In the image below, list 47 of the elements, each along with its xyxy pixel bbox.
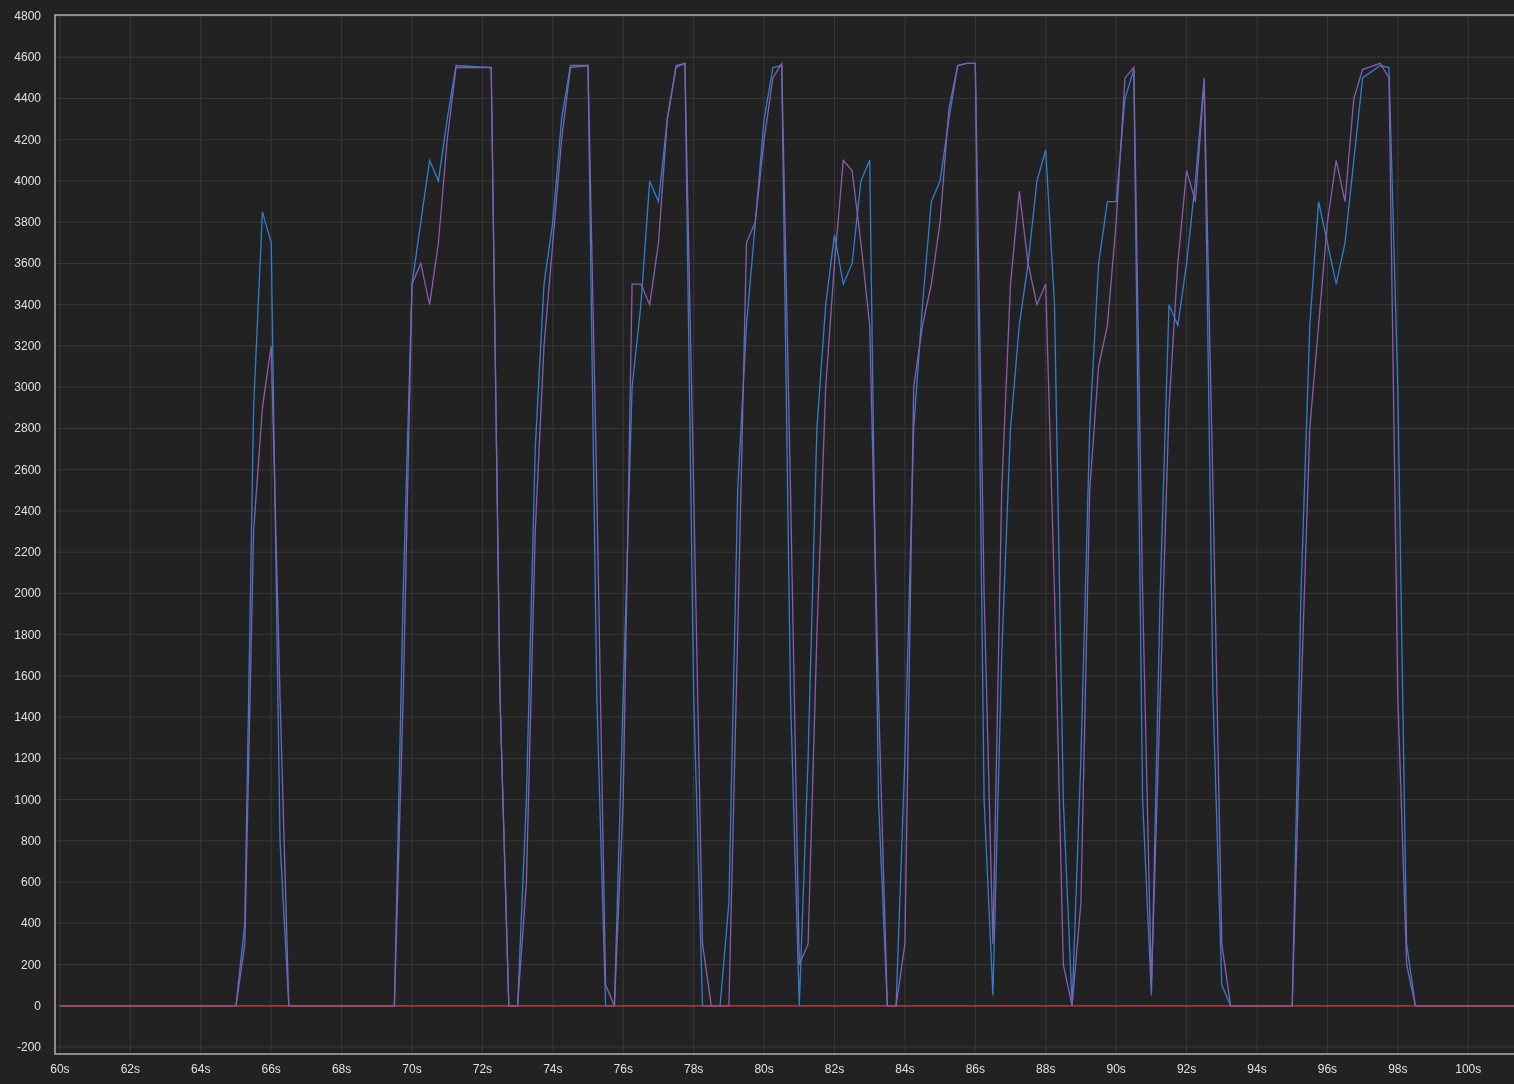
axis-tick-label: 72s [472, 1062, 493, 1076]
axis-tick-label: 600 [20, 875, 41, 890]
axis-tick-label: 2800 [14, 421, 41, 436]
axis-tick-label: 4800 [14, 9, 41, 23]
axis-tick-label: 82s [824, 1062, 845, 1076]
axis-tick-label: 80s [754, 1062, 774, 1076]
axis-tick-label: -200 [16, 1040, 41, 1054]
axis-tick-label: 2000 [14, 586, 41, 601]
axis-tick-label: 1000 [14, 792, 41, 807]
axis-tick-label: 0 [34, 998, 41, 1013]
axis-tick-label: 90s [1106, 1062, 1126, 1076]
axis-tick-label: 800 [20, 833, 41, 848]
axis-tick-label: 76s [613, 1062, 633, 1076]
axis-tick-label: 98s [1388, 1062, 1408, 1076]
axis-tick-label: 2600 [14, 462, 41, 477]
axis-tick-label: 3400 [14, 297, 41, 312]
axis-tick-label: 94s [1247, 1062, 1267, 1076]
axis-tick-label: 88s [1036, 1062, 1056, 1076]
axis-tick-label: 3600 [14, 256, 41, 271]
axis-tick-label: 2400 [14, 503, 41, 518]
axis-tick-label: 4000 [14, 173, 41, 188]
axis-tick-label: 66s [261, 1062, 281, 1076]
axis-tick-label: 78s [684, 1062, 704, 1076]
axis-tick-label: 92s [1176, 1062, 1197, 1076]
axis-tick-label: 62s [120, 1062, 140, 1076]
axis-tick-label: 1600 [14, 668, 41, 683]
axis-tick-label: 4600 [14, 50, 41, 65]
axis-tick-label: 3000 [14, 380, 41, 395]
axis-tick-label: 1200 [14, 751, 41, 766]
axis-tick-label: 1400 [14, 710, 41, 725]
axis-tick-label: 70s [402, 1062, 422, 1076]
axis-tick-label: 96s [1317, 1062, 1338, 1076]
axis-tick-label: 100s [1455, 1062, 1482, 1076]
axis-tick-label: 64s [191, 1062, 211, 1076]
axis-tick-label: 68s [331, 1062, 352, 1076]
axis-tick-label: 2200 [14, 545, 41, 560]
axis-tick-label: 74s [543, 1062, 563, 1076]
axis-tick-label: 1800 [14, 627, 41, 642]
axis-tick-label: 3200 [14, 338, 41, 353]
axis-tick-label: 4200 [14, 132, 41, 147]
axis-tick-label: 60s [50, 1062, 70, 1076]
axis-tick-label: 84s [895, 1062, 915, 1076]
axis-tick-label: 200 [20, 957, 41, 972]
axis-tick-label: 86s [965, 1062, 985, 1076]
axis-tick-label: 400 [20, 916, 41, 931]
axis-tick-label: 3800 [14, 215, 41, 230]
axis-tick-label: 4400 [14, 91, 41, 106]
